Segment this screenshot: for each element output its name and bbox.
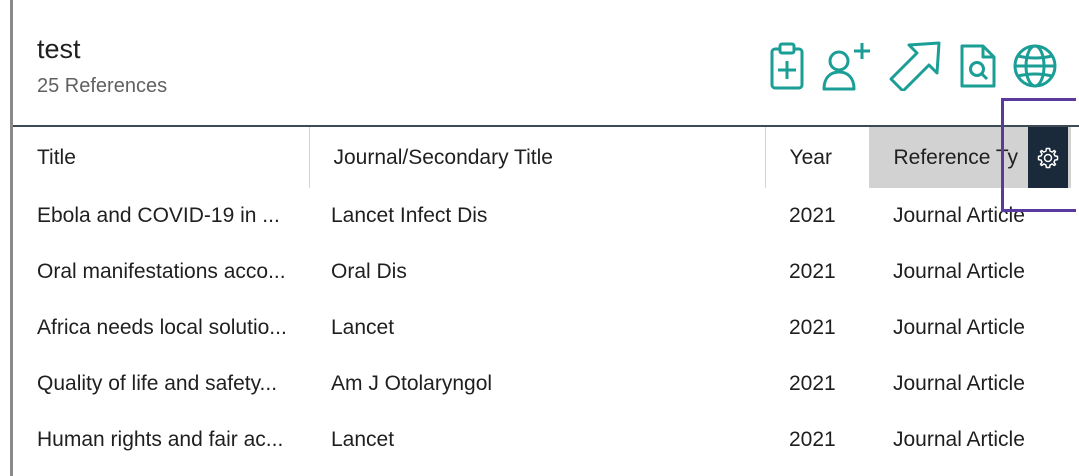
table-row[interactable]: Africa needs local solutio... Lancet 202…: [13, 300, 1071, 356]
cell-journal: Oral Dis: [331, 260, 407, 283]
document-search-icon: [960, 44, 996, 88]
cell-title: Human rights and fair ac...: [37, 428, 284, 451]
reference-count: 25 References: [37, 75, 168, 97]
clipboard-add-button[interactable]: [766, 40, 808, 92]
references-table: Title Journal/Secondary Title Year Refer…: [13, 127, 1071, 468]
library-header: test 25 References: [37, 34, 167, 98]
cell-year: 2021: [789, 372, 836, 395]
cell-reference-type: Journal Article: [893, 316, 1025, 339]
cell-journal: Lancet: [331, 316, 395, 339]
cell-reference-type: Journal Article: [893, 372, 1025, 395]
table-row[interactable]: Oral manifestations acco... Oral Dis 202…: [13, 244, 1071, 300]
column-header-year[interactable]: Year: [765, 127, 870, 188]
cell-title: Ebola and COVID-19 in ...: [37, 204, 280, 227]
cell-journal: Lancet Infect Dis: [331, 204, 488, 227]
cell-journal: Lancet: [331, 428, 395, 451]
table-header-row: Title Journal/Secondary Title Year Refer…: [13, 127, 1071, 188]
web-button[interactable]: [1012, 40, 1058, 92]
table-row[interactable]: Quality of life and safety... Am J Otola…: [13, 356, 1071, 412]
library-title: test: [37, 34, 81, 64]
column-header-journal[interactable]: Journal/Secondary Title: [309, 127, 766, 188]
add-user-button[interactable]: [822, 40, 874, 92]
cell-year: 2021: [789, 428, 836, 451]
toolbar: [766, 40, 1058, 92]
clipboard-add-icon: [770, 42, 804, 90]
column-header-title[interactable]: Title: [13, 127, 310, 188]
document-search-button[interactable]: [956, 40, 1000, 92]
cell-reference-type: Journal Article: [893, 428, 1025, 451]
cell-reference-type: Journal Article: [893, 260, 1025, 283]
cell-title: Oral manifestations acco...: [37, 260, 286, 283]
add-user-icon: [822, 43, 870, 91]
cell-journal: Am J Otolaryngol: [331, 372, 493, 395]
cell-year: 2021: [789, 204, 836, 227]
share-arrow-icon: [889, 41, 941, 91]
table-row[interactable]: Ebola and COVID-19 in ... Lancet Infect …: [13, 188, 1071, 244]
cell-title: Africa needs local solutio...: [37, 316, 287, 339]
cell-title: Quality of life and safety...: [37, 372, 278, 395]
cell-year: 2021: [789, 260, 836, 283]
cell-year: 2021: [789, 316, 836, 339]
globe-icon: [1013, 44, 1057, 88]
share-button[interactable]: [886, 40, 944, 92]
highlight-annotation-box: [1001, 98, 1076, 212]
table-row[interactable]: Human rights and fair ac... Lancet 2021 …: [13, 412, 1071, 468]
